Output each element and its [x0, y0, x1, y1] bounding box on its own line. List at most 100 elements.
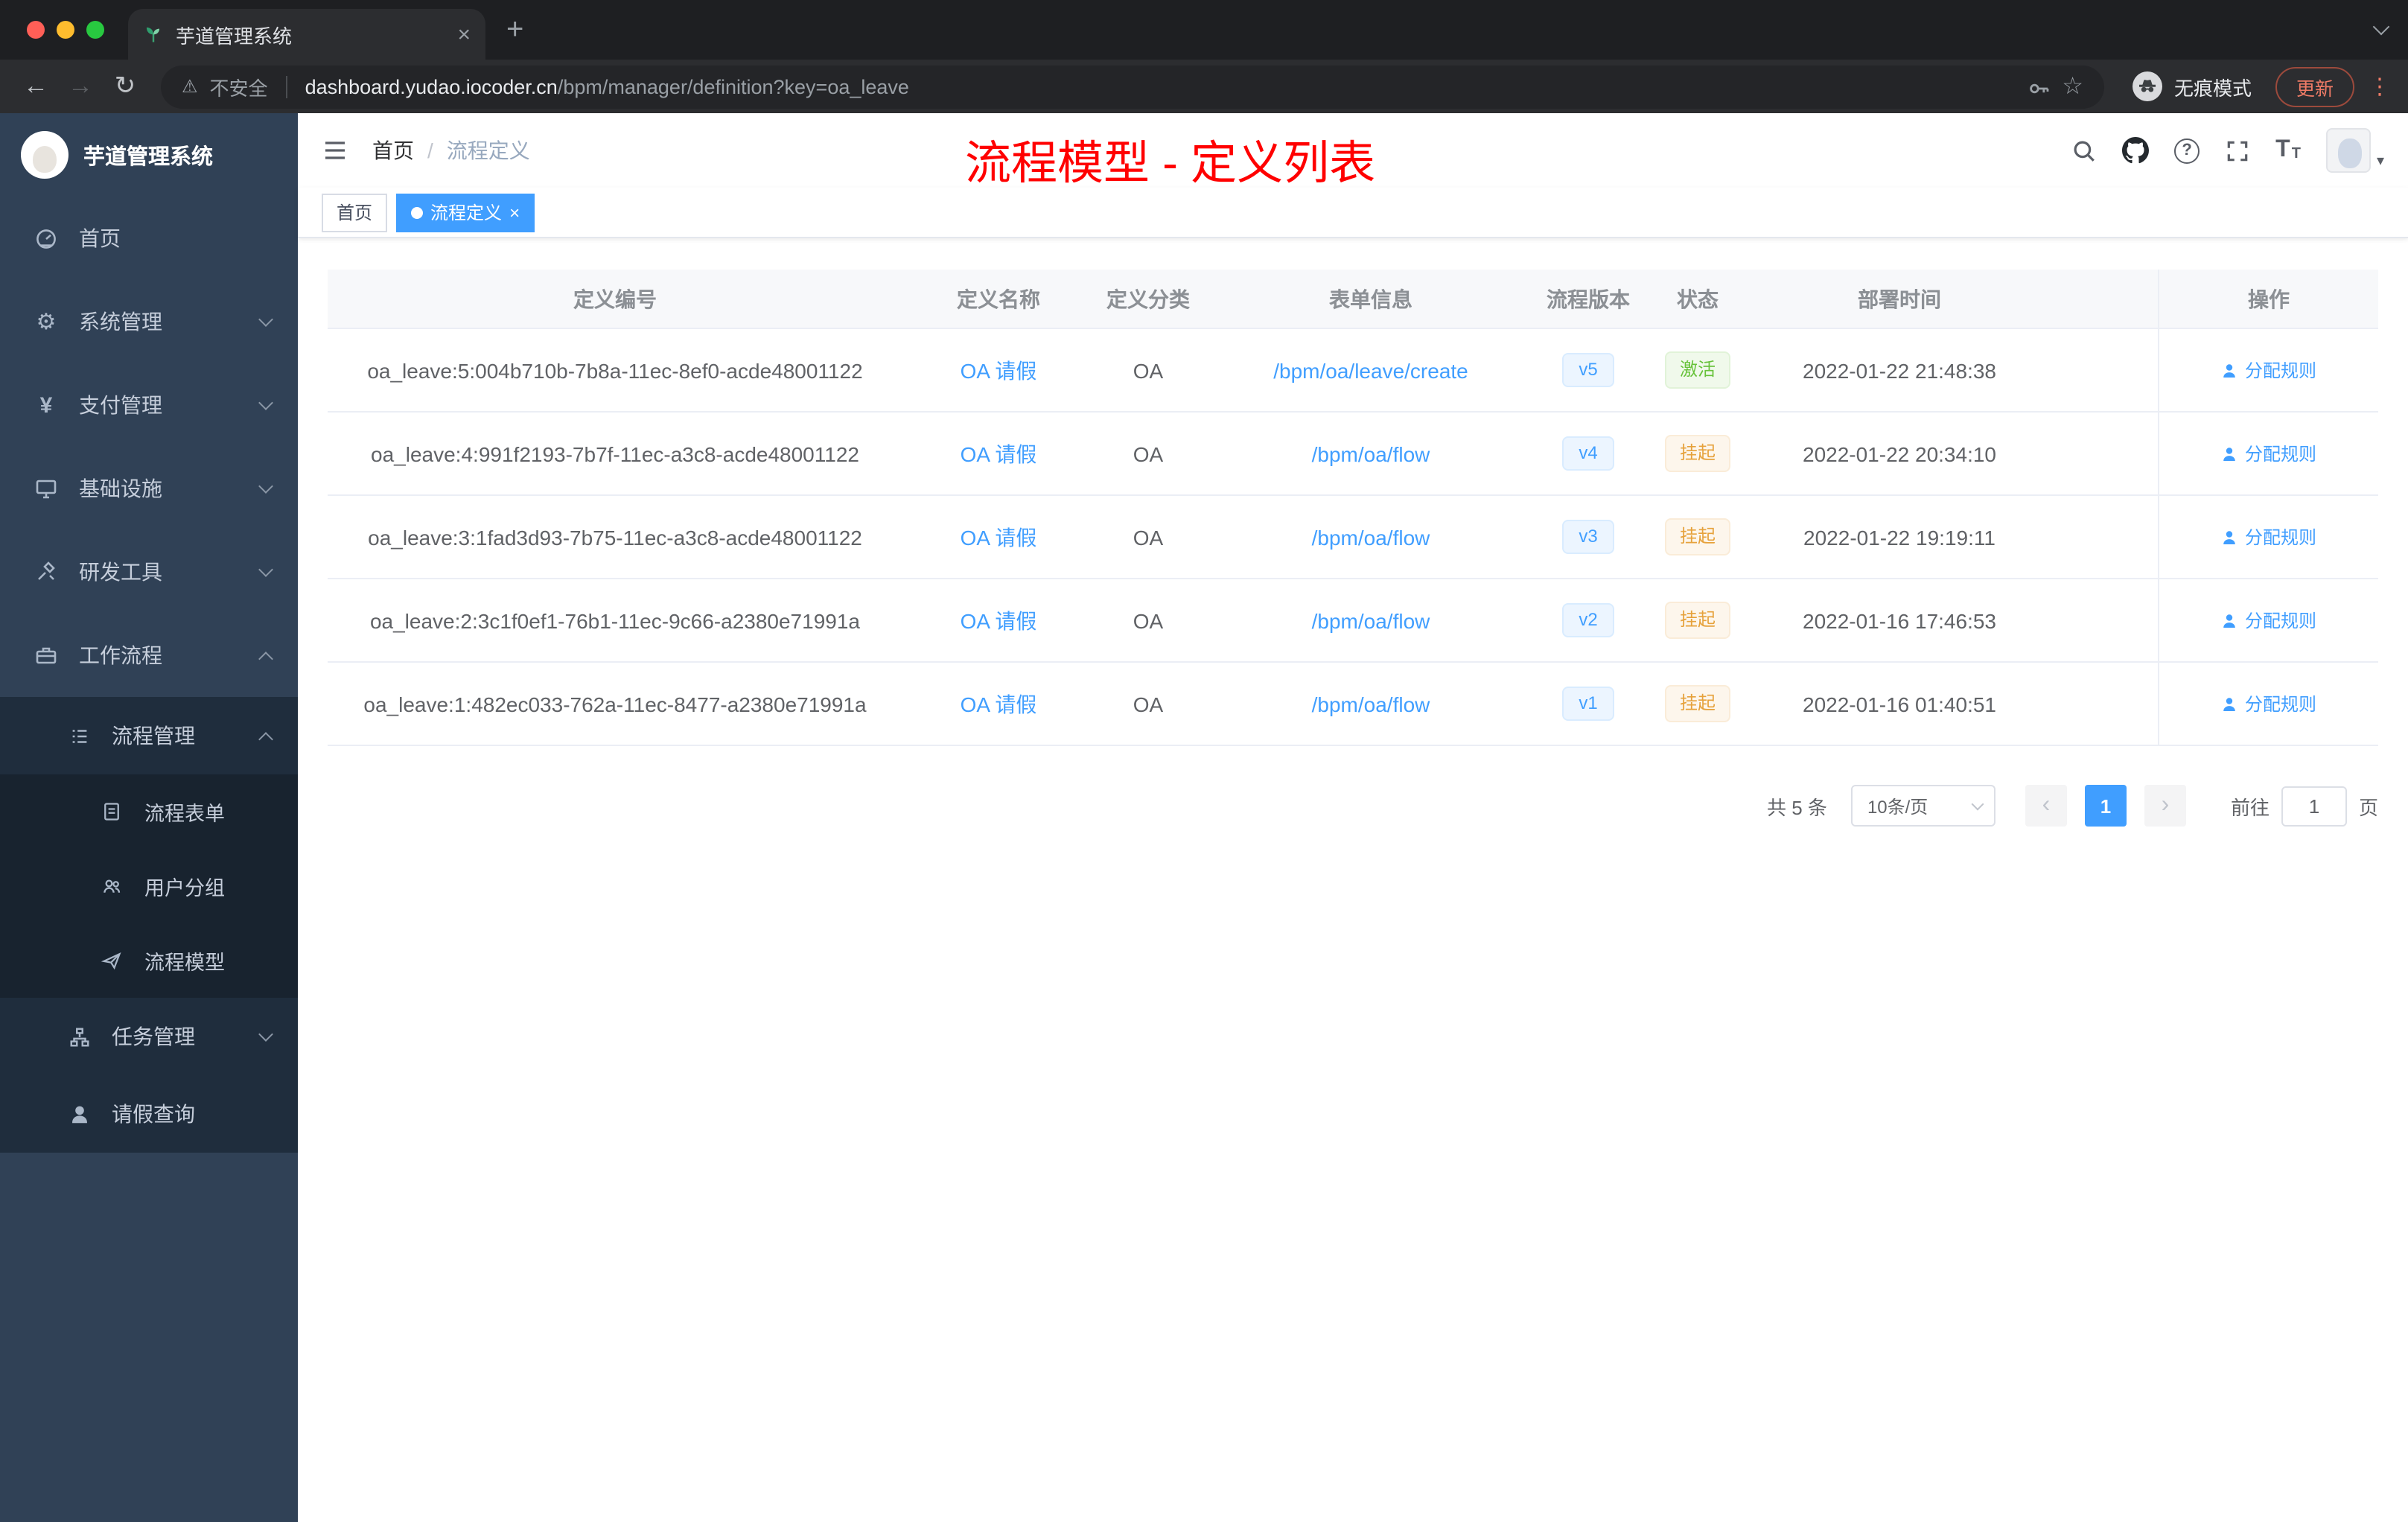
close-window-button[interactable]: [27, 21, 45, 39]
sidebar-collapse-icon[interactable]: [322, 137, 348, 164]
breadcrumb-current: 流程定义: [446, 138, 530, 162]
goto-page-input[interactable]: [2281, 786, 2347, 826]
tag-process-definition[interactable]: 流程定义 ×: [396, 193, 535, 232]
sidebar-item-process-form[interactable]: 流程表单: [0, 774, 298, 849]
col-actions: 操作: [2158, 270, 2378, 328]
table-header: 定义编号 定义名称 定义分类 表单信息 流程版本 状态 部署时间 操作: [328, 270, 2378, 329]
browser-tab[interactable]: 芋道管理系统 ×: [128, 9, 485, 60]
reload-button[interactable]: ↻: [104, 66, 146, 107]
incognito-icon: [2132, 71, 2162, 101]
definition-name-link[interactable]: OA 请假: [961, 689, 1037, 719]
cell-deploy-time: 2022-01-16 17:46:53: [1803, 608, 1996, 632]
sidebar-item-user-group[interactable]: 用户分组: [0, 849, 298, 923]
assign-rule-button[interactable]: 分配规则: [2221, 608, 2316, 633]
omnibox-divider: [285, 75, 287, 98]
tag-home[interactable]: 首页: [322, 193, 388, 232]
col-definition-category: 定义分类: [1106, 287, 1190, 311]
browser-menu-icon[interactable]: ⋮: [2366, 73, 2393, 100]
cell-definition-id: oa_leave:1:482ec033-762a-11ec-8477-a2380…: [363, 692, 867, 716]
next-page-button[interactable]: ›: [2144, 785, 2186, 827]
definition-table: 定义编号 定义名称 定义分类 表单信息 流程版本 状态 部署时间 操作 oa_l…: [328, 270, 2378, 746]
sidebar-item-home[interactable]: 首页: [0, 197, 298, 280]
tab-close-icon[interactable]: ×: [457, 23, 471, 45]
url-path: /bpm/manager/definition?key=oa_leave: [557, 75, 909, 98]
page-size-select[interactable]: 10条/页: [1850, 785, 1995, 827]
assign-rule-button[interactable]: 分配规则: [2221, 441, 2316, 466]
address-bar[interactable]: ⚠ 不安全 dashboard.yudao.iocoder.cn/bpm/man…: [161, 65, 2104, 108]
github-icon[interactable]: [2122, 137, 2150, 164]
form-link[interactable]: /bpm/oa/flow: [1312, 692, 1430, 716]
page-content: 定义编号 定义名称 定义分类 表单信息 流程版本 状态 部署时间 操作 oa_l…: [298, 238, 2408, 1522]
gear-icon: ⚙: [36, 310, 57, 335]
chevron-up-icon: [258, 731, 273, 746]
table-row: oa_leave:2:3c1f0ef1-76b1-11ec-9c66-a2380…: [328, 579, 2378, 663]
sidebar-item-leave-query[interactable]: 请假查询: [0, 1075, 298, 1153]
font-size-icon[interactable]: TT: [2275, 138, 2301, 162]
cell-definition-id: oa_leave:2:3c1f0ef1-76b1-11ec-9c66-a2380…: [369, 608, 860, 632]
status-badge: 挂起: [1664, 685, 1730, 722]
table-row: oa_leave:3:1fad3d93-7b75-11ec-a3c8-acde4…: [328, 496, 2378, 579]
sidebar-item-system[interactable]: ⚙ 系统管理: [0, 280, 298, 363]
tab-search-chevron-icon[interactable]: [2372, 18, 2390, 36]
active-tag-dot: [411, 206, 424, 218]
chrome-update-button[interactable]: 更新: [2275, 66, 2354, 106]
chevron-down-icon: [258, 1026, 273, 1041]
chevron-down-icon: [258, 561, 273, 576]
minimize-window-button[interactable]: [57, 21, 74, 39]
sidebar-item-task-management[interactable]: 任务管理: [0, 998, 298, 1075]
definition-name-link[interactable]: OA 请假: [961, 605, 1037, 635]
incognito-label: 无痕模式: [2173, 77, 2252, 99]
incognito-indicator: 无痕模式: [2131, 70, 2252, 103]
current-page-button[interactable]: 1: [2084, 785, 2127, 827]
back-button[interactable]: ←: [15, 66, 57, 107]
cell-deploy-time: 2022-01-22 20:34:10: [1803, 442, 1996, 465]
col-status: 状态: [1677, 287, 1719, 311]
form-link[interactable]: /bpm/oa/flow: [1312, 608, 1430, 632]
cell-category: OA: [1133, 608, 1164, 632]
sidebar-logo[interactable]: 芋道管理系统: [0, 113, 298, 197]
definition-name-link[interactable]: OA 请假: [961, 439, 1037, 468]
status-badge: 挂起: [1664, 602, 1730, 639]
sidebar-item-process-management[interactable]: 流程管理: [0, 697, 298, 774]
sidebar-item-payment[interactable]: ¥ 支付管理: [0, 363, 298, 447]
sidebar-item-infrastructure[interactable]: 基础设施: [0, 447, 298, 530]
col-process-version: 流程版本: [1547, 287, 1630, 311]
status-badge: 挂起: [1664, 435, 1730, 472]
col-definition-id: 定义编号: [573, 287, 657, 311]
page-unit-label: 页: [2358, 796, 2378, 818]
cell-definition-id: oa_leave:3:1fad3d93-7b75-11ec-a3c8-acde4…: [368, 525, 862, 549]
new-tab-button[interactable]: +: [506, 15, 523, 45]
zoom-window-button[interactable]: [86, 21, 104, 39]
assign-rule-button[interactable]: 分配规则: [2221, 357, 2316, 383]
prev-page-button[interactable]: ‹: [2025, 785, 2067, 827]
window-controls: [27, 21, 104, 39]
definition-name-link[interactable]: OA 请假: [961, 522, 1037, 552]
form-link[interactable]: /bpm/oa/flow: [1312, 525, 1430, 549]
bookmark-star-icon[interactable]: ☆: [2062, 71, 2083, 101]
tag-close-icon[interactable]: ×: [509, 203, 520, 221]
breadcrumb-home[interactable]: 首页: [372, 136, 414, 165]
sidebar-item-devtools[interactable]: 研发工具: [0, 530, 298, 614]
assign-rule-button[interactable]: 分配规则: [2221, 524, 2316, 550]
breadcrumb-separator: /: [427, 138, 433, 162]
user-icon: [2224, 447, 2236, 460]
user-icon: [2224, 697, 2236, 710]
form-link[interactable]: /bpm/oa/flow: [1312, 442, 1430, 465]
definition-name-link[interactable]: OA 请假: [961, 355, 1037, 385]
sidebar-item-process-model[interactable]: 流程模型: [0, 923, 298, 998]
search-icon[interactable]: [2071, 138, 2097, 163]
fullscreen-icon[interactable]: [2225, 138, 2250, 163]
cell-category: OA: [1133, 442, 1164, 465]
cell-deploy-time: 2022-01-16 01:40:51: [1803, 692, 1996, 716]
briefcase-icon: [33, 643, 60, 667]
form-link[interactable]: /bpm/oa/leave/create: [1273, 358, 1468, 382]
sidebar-item-workflow[interactable]: 工作流程: [0, 614, 298, 697]
assign-rule-button[interactable]: 分配规则: [2221, 691, 2316, 716]
password-key-icon[interactable]: [2026, 74, 2050, 98]
document-icon: [98, 801, 125, 822]
help-icon[interactable]: ?: [2174, 138, 2200, 163]
user-menu[interactable]: ▾: [2325, 128, 2384, 173]
browser-tabstrip: 芋道管理系统 × +: [0, 0, 2408, 60]
logo-avatar: [21, 131, 69, 179]
forward-button[interactable]: →: [60, 66, 101, 107]
